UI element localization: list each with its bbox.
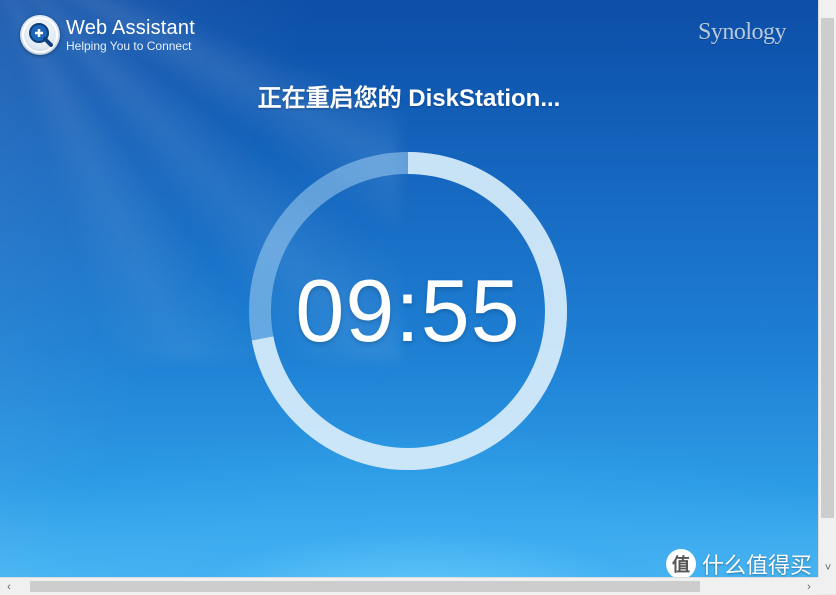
countdown-value: 09:55 bbox=[295, 261, 521, 360]
countdown-timer: 09:55 bbox=[248, 151, 568, 471]
horizontal-scroll-thumb[interactable] bbox=[30, 581, 700, 592]
scroll-right-arrow-icon[interactable]: › bbox=[800, 578, 818, 595]
scroll-left-arrow-icon[interactable]: ‹ bbox=[0, 578, 18, 595]
synology-logo: Synology bbox=[697, 19, 787, 45]
watermark: 值 什么值得买 bbox=[666, 548, 812, 577]
vertical-scroll-thumb[interactable] bbox=[821, 18, 834, 518]
web-assistant-logo: Web Assistant Helping You to Connect bbox=[20, 15, 195, 55]
restart-heading: 正在重启您的 DiskStation... bbox=[257, 85, 561, 112]
horizontal-scrollbar[interactable]: ‹ › bbox=[0, 577, 818, 595]
scrollbar-corner bbox=[818, 577, 836, 594]
scroll-down-arrow-icon[interactable]: ˅ bbox=[819, 559, 836, 577]
app-subtitle: Helping You to Connect bbox=[66, 39, 192, 53]
watermark-badge: 值 bbox=[666, 549, 696, 577]
app-title: Web Assistant bbox=[66, 17, 195, 39]
vertical-scrollbar[interactable]: ˅ bbox=[818, 0, 836, 577]
magnifier-plus-icon bbox=[20, 15, 60, 55]
web-assistant-page: Web Assistant Helping You to Connect Syn… bbox=[0, 0, 818, 577]
watermark-text: 什么值得买 bbox=[702, 553, 813, 577]
